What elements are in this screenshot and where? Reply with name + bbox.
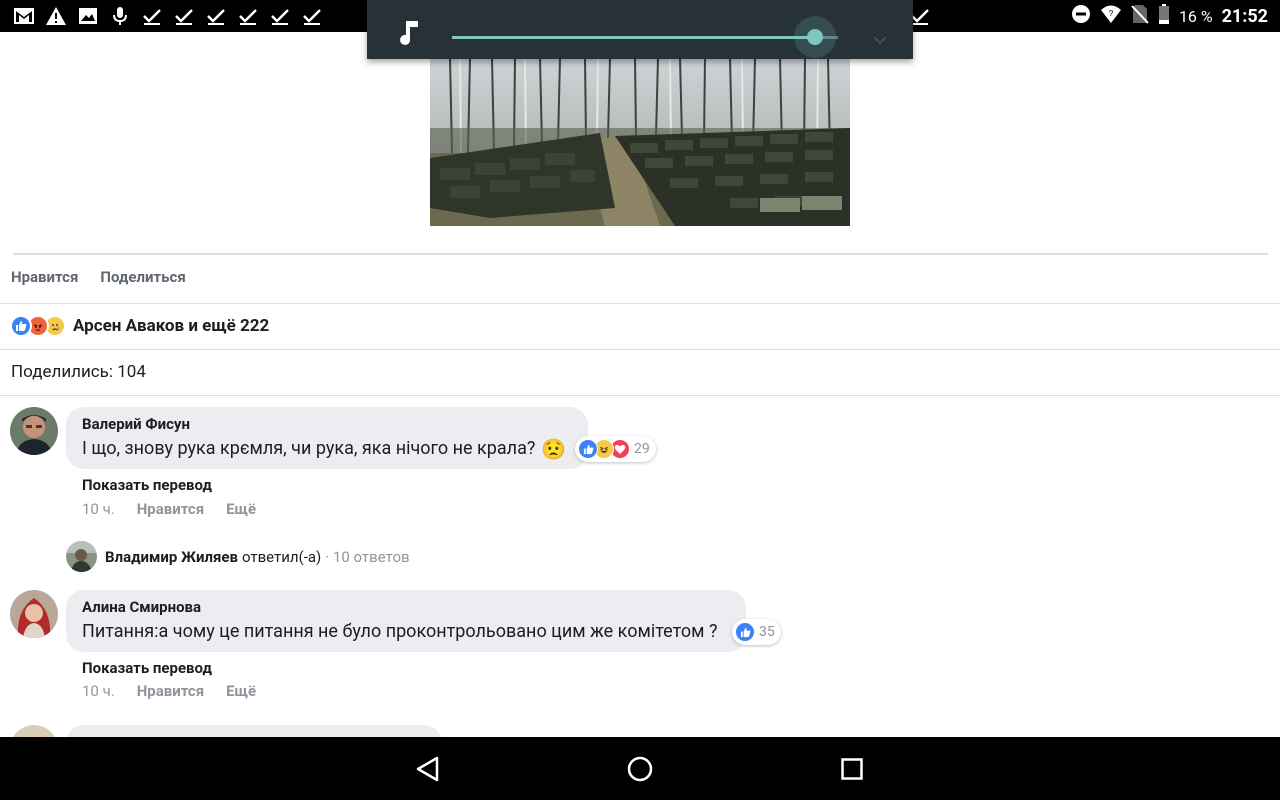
volume-slider-thumb[interactable] xyxy=(807,29,823,45)
comment-text: І що, знову рука крємля, чи рука, яка ні… xyxy=(82,436,572,462)
battery-icon xyxy=(1158,4,1170,28)
divider xyxy=(0,395,1280,396)
comment-timestamp[interactable]: 10 ч. xyxy=(82,682,115,700)
comment-text: Питання:а чому це питання не було прокон… xyxy=(82,619,730,645)
volume-slider-fill xyxy=(452,36,815,39)
view-replies-link[interactable]: Владимир Жиляев ответил(-а) · 10 ответов xyxy=(66,541,410,572)
check-icon xyxy=(140,5,163,27)
comment-bubble[interactable]: Валерий Фисун І що, знову рука крємля, ч… xyxy=(66,407,588,469)
check-icon xyxy=(236,5,259,27)
comment-reactions[interactable]: 35 xyxy=(732,619,781,645)
check-icon xyxy=(300,5,323,27)
worried-emoji: 😟 xyxy=(541,437,567,461)
comment-more-button[interactable]: Ещё xyxy=(226,682,256,700)
show-translation-link[interactable]: Показать перевод xyxy=(82,476,212,494)
comment-meta: 10 ч. Нравится Ещё xyxy=(82,500,256,518)
avatar[interactable] xyxy=(10,407,58,455)
divider xyxy=(13,253,1268,255)
reactions-summary[interactable]: Арсен Аваков и ещё 222 xyxy=(10,314,269,338)
comment-meta: 10 ч. Нравится Ещё xyxy=(82,682,256,700)
no-sim-icon xyxy=(1131,4,1149,28)
home-icon[interactable] xyxy=(624,753,656,785)
like-reaction-icon xyxy=(10,315,32,337)
avatar[interactable] xyxy=(10,590,58,638)
wifi-icon: ? xyxy=(1100,4,1122,28)
comment-reactions[interactable]: 29 xyxy=(575,436,656,462)
comment-timestamp[interactable]: 10 ч. xyxy=(82,500,115,518)
shares-count[interactable]: Поделились: 104 xyxy=(11,362,146,382)
like-reaction-icon xyxy=(578,439,598,459)
volume-slider[interactable] xyxy=(452,16,838,58)
comment-more-button[interactable]: Ещё xyxy=(226,500,256,518)
chevron-down-icon[interactable] xyxy=(872,30,888,49)
post-image[interactable] xyxy=(430,58,850,226)
comment-author[interactable]: Алина Смирнова xyxy=(82,598,730,616)
comment-text-body: І що, знову рука крємля, чи рука, яка ні… xyxy=(82,438,536,459)
svg-text:?: ? xyxy=(1109,9,1114,18)
show-translation-link[interactable]: Показать перевод xyxy=(82,659,212,677)
comment-bubble[interactable]: Алина Смирнова Питання:а чому це питання… xyxy=(66,590,746,652)
navigation-bar xyxy=(0,737,1280,800)
check-icon xyxy=(268,5,291,27)
reactions-summary-text: Арсен Аваков и ещё 222 xyxy=(73,316,270,336)
comment-text-body: Питання:а чому це питання не було прокон… xyxy=(82,621,718,642)
check-icon xyxy=(172,5,195,27)
like-reaction-icon xyxy=(735,622,755,642)
volume-panel xyxy=(367,0,913,59)
check-icon xyxy=(204,5,227,27)
reply-author: Владимир Жиляев xyxy=(105,547,238,566)
comment-like-button[interactable]: Нравится xyxy=(137,682,204,700)
reaction-count: 35 xyxy=(759,624,775,640)
do-not-disturb-icon xyxy=(1071,4,1091,28)
image-icon xyxy=(76,5,99,27)
warning-icon xyxy=(44,5,67,27)
comment-like-button[interactable]: Нравится xyxy=(137,500,204,518)
divider xyxy=(0,303,1280,304)
system-icons: ? 16 % 21:52 xyxy=(1071,0,1268,32)
post-actions: Нравится Поделиться xyxy=(11,268,186,286)
recents-icon[interactable] xyxy=(836,753,868,785)
like-button[interactable]: Нравится xyxy=(11,268,78,286)
back-icon[interactable] xyxy=(412,753,444,785)
comment-author[interactable]: Валерий Фисун xyxy=(82,415,572,433)
divider xyxy=(0,349,1280,350)
music-note-icon[interactable] xyxy=(398,19,420,49)
reply-action-text: ответил(-а) xyxy=(242,547,322,566)
gmail-icon xyxy=(12,5,35,27)
reply-avatar xyxy=(66,541,97,572)
notification-icons xyxy=(12,4,323,28)
reply-count: · 10 ответов xyxy=(325,547,410,566)
battery-percent: 16 % xyxy=(1178,6,1213,26)
mic-icon xyxy=(108,5,131,27)
reaction-count: 29 xyxy=(634,441,650,457)
share-button[interactable]: Поделиться xyxy=(100,268,185,286)
clock: 21:52 xyxy=(1221,5,1268,27)
